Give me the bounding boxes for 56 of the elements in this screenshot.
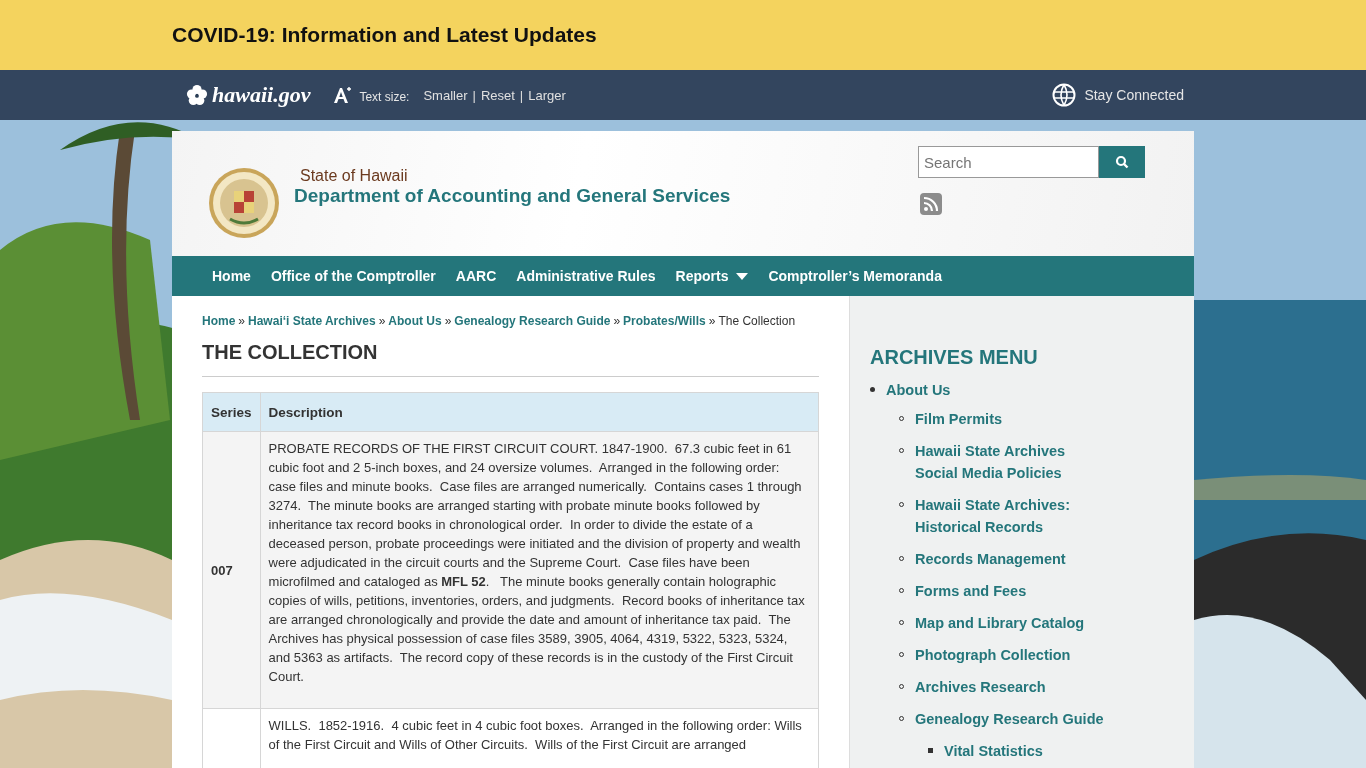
sidebar-title: ARCHIVES MENU [870,346,1039,369]
breadcrumb-separator: » [613,314,621,328]
rss-icon[interactable] [920,193,942,215]
menu-link[interactable]: Records Management [915,548,1105,570]
menu-link[interactable]: Hawaii State Archives: Historical Records [915,494,1105,538]
globe-icon [1052,83,1077,107]
menu-link[interactable]: Film Permits [915,408,1105,430]
column-header: Series [202,392,261,432]
column-header: Description [260,392,819,432]
bullet-icon [928,748,933,753]
breadcrumb-separator: » [238,314,246,328]
search-field[interactable]: Search [918,146,1099,178]
separator: | [472,87,476,103]
menu-link[interactable]: Genealogy Research Guide [915,708,1105,730]
nav-link[interactable]: Administrative Rules [506,268,666,284]
stay-connected-link[interactable]: Stay Connected [1052,83,1184,107]
nav-link[interactable]: Office of the Comptroller [260,268,446,284]
breadcrumb-link[interactable]: Genealogy Research Guide [454,314,611,328]
menu-link[interactable]: About Us [886,379,1076,401]
menu-link[interactable]: Hawaii State Archives Social Media Policies [915,440,1105,484]
menu-link[interactable]: Photograph Collection [915,644,1105,666]
nav-link[interactable]: Reports [665,268,759,284]
bullet-icon [870,387,875,392]
breadcrumb-link[interactable]: Hawai‘i State Archives [248,314,376,328]
description-cell: WILLS. 1852-1916. 4 cubic feet in 4 cubic foot boxes. Arranged in the following order: Wills of the First Circuit and Wills of Other Circuits. Wills of the First Circuit are arranged [260,708,819,768]
breadcrumb-link[interactable]: Home [202,314,236,328]
nav-link[interactable]: Home [202,268,261,284]
series-cell: 007 [202,431,261,709]
flower-icon [186,84,208,106]
nav-link[interactable]: AARC [445,268,507,284]
breadcrumb-current: The Collection [718,314,796,328]
page-title: THE COLLECTION [202,341,819,377]
breadcrumb-link[interactable]: About Us [388,314,442,328]
search-button[interactable] [1099,146,1145,178]
text-size-icon [332,86,353,104]
search-icon [1115,155,1129,169]
alert-title[interactable]: COVID-19: Information and Latest Updates [172,23,597,47]
breadcrumb-separator: » [444,314,452,328]
menu-link[interactable]: Archives Research [915,676,1105,698]
menu-link[interactable]: Map and Library Catalog [915,612,1105,634]
hawaii-gov-logo[interactable]: hawaii.gov [186,82,311,108]
text-size-link[interactable]: Reset [480,87,515,103]
text-size-link[interactable]: Smaller [423,87,468,103]
menu-link[interactable]: Vital Statistics [944,740,1134,762]
breadcrumb-separator: » [708,314,716,328]
state-name: State of Hawaii [300,167,409,185]
menu-link[interactable]: Forms and Fees [915,580,1105,602]
nav-link[interactable]: Comptroller’s Memoranda [758,268,952,284]
text-size-link[interactable]: Larger [528,87,566,103]
text-size-label: Text size: [359,90,410,104]
breadcrumb-separator: » [378,314,386,328]
breadcrumb-link[interactable]: Probates/Wills [623,314,706,328]
department-title[interactable]: Department of Accounting and General Services [294,185,731,207]
seal-icon [208,167,280,239]
separator: | [519,87,524,103]
description-cell: PROBATE RECORDS OF THE FIRST CIRCUIT COURT. 1847-1900. 67.3 cubic feet in 61 cubic foot and 2 5-inch boxes, and 24 oversize volumes. Arranged in the following order: case files and minute books. Case files are arranged numerically. Contains cases 1 through 3274. The minute books are arranged starting with probate minute books followed by inheritance tax record books in chronological order. In order to divide the estate of a deceased person, probate proceedings were initiated and the division of property and wealth were adjudicated in the circuit courts and the Supreme Court. Case files have been microfilmed and cataloged as MFL 52. The minute books generally contain holographic copies of wills, petitions, inventories, orders, and judgments. Record books of inheritance tax are arranged chronologically and provide the date and amount of inheritance tax paid. The Archives has physical possession of case files 3589, 3905, 4064, 4319, 5322, 5323, 5324, and 5363 as artifacts. The record copy of these records is in the custody of the First Circuit Court. [260,431,819,709]
